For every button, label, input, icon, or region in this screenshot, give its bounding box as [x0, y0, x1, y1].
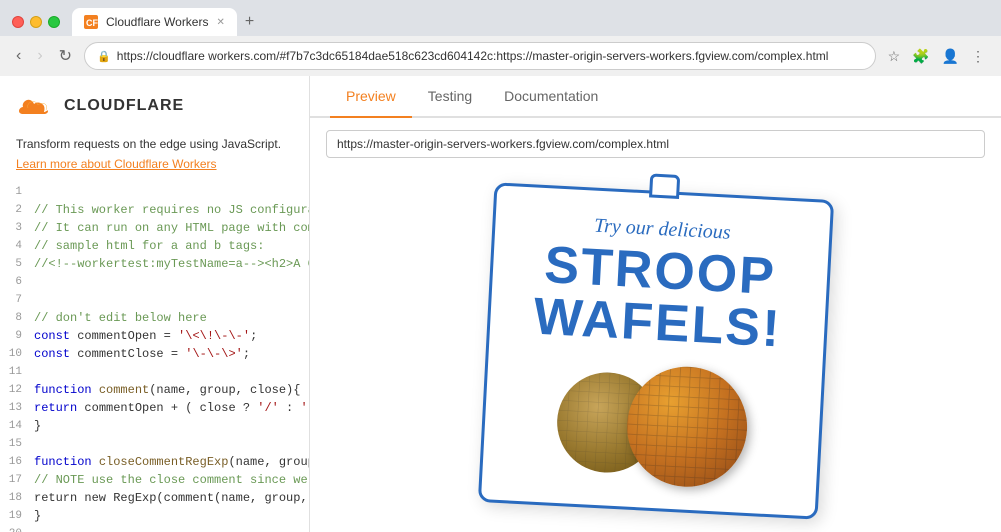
- code-line: 10 const commentClose = '\-\-\>';: [0, 345, 309, 363]
- cf-logo-text: CLOUDFLARE: [64, 97, 184, 115]
- sidebar: CLOUDFLARE Transform requests on the edg…: [0, 76, 310, 532]
- code-line: 6: [0, 273, 309, 291]
- right-panel: Preview Testing Documentation https://ma…: [310, 76, 1001, 532]
- waffle-card: Try our delicious STROOP WAFELS!: [477, 182, 833, 519]
- card-title: STROOP WAFELS!: [532, 239, 785, 356]
- code-line: 20: [0, 525, 309, 532]
- tab-title: Cloudflare Workers: [106, 15, 208, 29]
- code-line: 14 }: [0, 417, 309, 435]
- new-tab-button[interactable]: +: [237, 13, 262, 31]
- code-line: 17 // NOTE use the close comment since w…: [0, 471, 309, 489]
- browser-chrome: CF Cloudflare Workers ✕ + ‹ › ↻ 🔒 https:…: [0, 0, 1001, 532]
- code-line: 7: [0, 291, 309, 309]
- panel-tabs: Preview Testing Documentation: [310, 76, 1001, 118]
- code-line: 2 // This worker requires no JS configur…: [0, 201, 309, 219]
- forward-button[interactable]: ›: [33, 43, 46, 69]
- tab-bar: CF Cloudflare Workers ✕ +: [72, 8, 989, 36]
- svg-text:CF: CF: [86, 18, 98, 28]
- code-line: 5 //<!--workertest:myTestName=a--><h2>A …: [0, 255, 309, 273]
- waffle-grid-front: [624, 364, 750, 490]
- code-line: 15: [0, 435, 309, 453]
- code-line: 13 return commentOpen + ( close ? '/' : …: [0, 399, 309, 417]
- code-line: 8 // don't edit below here: [0, 309, 309, 327]
- waffle-circle-front: [624, 364, 750, 490]
- code-line: 11: [0, 363, 309, 381]
- learn-more-link[interactable]: Learn more about Cloudflare Workers: [0, 157, 309, 183]
- back-button[interactable]: ‹: [12, 43, 25, 69]
- code-line: 12 function comment(name, group, close){: [0, 381, 309, 399]
- main-content: CLOUDFLARE Transform requests on the edg…: [0, 76, 1001, 532]
- tab-favicon-icon: CF: [84, 15, 98, 29]
- cloudflare-logo: CLOUDFLARE: [0, 92, 309, 136]
- lock-icon: 🔒: [97, 50, 111, 63]
- preview-content: Try our delicious STROOP WAFELS!: [310, 170, 1001, 532]
- code-line: 9 const commentOpen = '\<\!\-\-';: [0, 327, 309, 345]
- waffle-circles: [554, 360, 750, 490]
- preview-url-text: https://master-origin-servers-workers.fg…: [337, 137, 669, 151]
- maximize-window-button[interactable]: [48, 16, 60, 28]
- bookmark-button[interactable]: ☆: [884, 44, 905, 69]
- code-line: 18 return new RegExp(comment(name, group…: [0, 489, 309, 507]
- code-line: 4 // sample html for a and b tags:: [0, 237, 309, 255]
- tab-documentation[interactable]: Documentation: [488, 76, 614, 118]
- code-line: 19 }: [0, 507, 309, 525]
- card-clip: [649, 173, 680, 199]
- reload-button[interactable]: ↻: [55, 42, 76, 70]
- minimize-window-button[interactable]: [30, 16, 42, 28]
- extensions-button[interactable]: 🧩: [908, 44, 933, 69]
- card-title-line2: WAFELS!: [532, 291, 782, 356]
- code-line: 3 // It can run on any HTML page with co…: [0, 219, 309, 237]
- nav-actions: ☆ 🧩 👤 ⋮: [884, 44, 989, 69]
- cf-logo-icon: [16, 92, 56, 120]
- close-window-button[interactable]: [12, 16, 24, 28]
- code-line: 16 function closeCommentRegExp(name, gro…: [0, 453, 309, 471]
- menu-button[interactable]: ⋮: [967, 44, 989, 69]
- nav-bar: ‹ › ↻ 🔒 https://cloudflare workers.com/#…: [0, 36, 1001, 76]
- sidebar-tagline: Transform requests on the edge using Jav…: [0, 136, 309, 157]
- code-editor[interactable]: 1 2 // This worker requires no JS config…: [0, 183, 309, 532]
- preview-url-bar[interactable]: https://master-origin-servers-workers.fg…: [326, 130, 985, 158]
- tab-testing[interactable]: Testing: [412, 76, 488, 118]
- tab-preview[interactable]: Preview: [330, 76, 412, 118]
- tab-close-button[interactable]: ✕: [216, 17, 224, 28]
- code-line: 1: [0, 183, 309, 201]
- account-button[interactable]: 👤: [938, 44, 963, 69]
- url-text: https://cloudflare workers.com/#f7b7c3dc…: [117, 49, 863, 63]
- title-bar: CF Cloudflare Workers ✕ +: [0, 0, 1001, 36]
- browser-tab[interactable]: CF Cloudflare Workers ✕: [72, 8, 237, 36]
- traffic-lights: [12, 16, 60, 28]
- address-bar[interactable]: 🔒 https://cloudflare workers.com/#f7b7c3…: [84, 42, 876, 70]
